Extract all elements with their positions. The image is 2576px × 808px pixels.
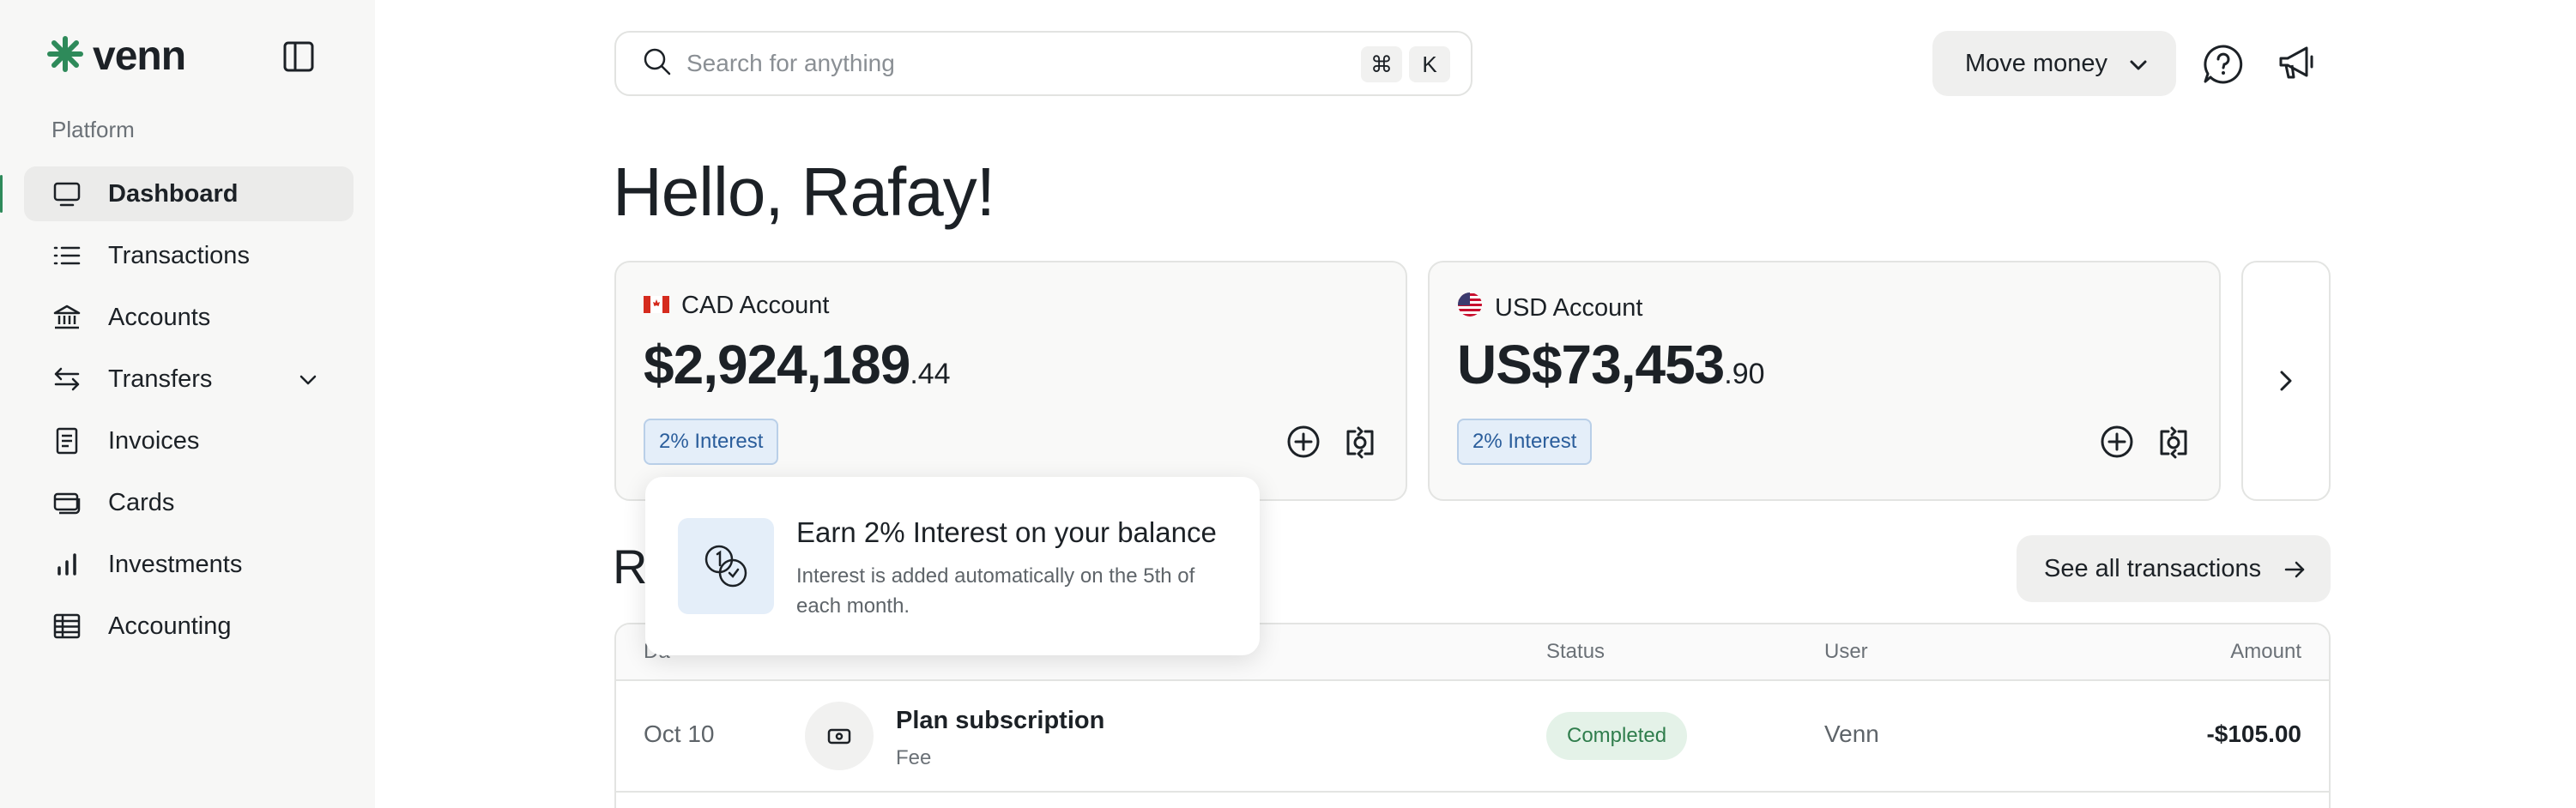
sidebar-item-accounts[interactable]: Accounts bbox=[24, 290, 354, 345]
add-funds-button[interactable] bbox=[2099, 424, 2135, 460]
column-amount[interactable]: Amount bbox=[2230, 640, 2301, 664]
tx-amount: -$105.00 bbox=[2206, 721, 2301, 747]
table-row[interactable]: Oct 10 Plan subscription Fee Completed V… bbox=[616, 681, 2329, 793]
arrow-right-icon bbox=[2283, 558, 2307, 588]
plus-circle-icon bbox=[2101, 425, 2133, 458]
popover-body: Interest is added automatically on the 5… bbox=[796, 564, 1195, 618]
sidebar-section-label: Platform bbox=[51, 117, 135, 142]
balance-cents: .90 bbox=[1724, 358, 1765, 390]
sidebar-item-label: Cards bbox=[108, 488, 175, 516]
sidebar: venn Platform Dashboard Transactions Acc… bbox=[0, 0, 375, 808]
see-all-label: See all transactions bbox=[2044, 554, 2262, 582]
command-key: ⌘ bbox=[1361, 46, 1402, 82]
interest-badge[interactable]: 2% Interest bbox=[1457, 419, 1593, 465]
account-card-cad[interactable]: CAD Account $2,924,189.44 2% Interest bbox=[614, 261, 1407, 501]
tx-date: Oct 10 bbox=[644, 721, 715, 747]
sidebar-item-label: Investments bbox=[108, 550, 243, 578]
column-user[interactable]: User bbox=[1824, 640, 1868, 664]
move-money-button[interactable]: Move money bbox=[1932, 31, 2176, 96]
sidebar-toggle-icon bbox=[283, 41, 314, 72]
status-badge: Completed bbox=[1546, 712, 1688, 760]
account-name: CAD Account bbox=[681, 292, 830, 319]
sidebar-item-label: Accounts bbox=[108, 303, 211, 331]
us-flag-icon bbox=[1457, 292, 1483, 324]
account-card-actions bbox=[1285, 424, 1378, 460]
add-funds-button[interactable] bbox=[1285, 424, 1321, 460]
sidebar-nav: Dashboard Transactions Accounts Transfer… bbox=[0, 166, 354, 660]
sidebar-item-label: Accounting bbox=[108, 612, 232, 640]
bank-icon bbox=[51, 302, 82, 333]
help-button[interactable] bbox=[2202, 43, 2245, 90]
megaphone-icon bbox=[2279, 46, 2313, 79]
collapse-sidebar-button[interactable] bbox=[280, 38, 317, 75]
account-card-header: CAD Account bbox=[644, 292, 829, 320]
bar-chart-icon bbox=[51, 549, 82, 580]
interest-popover: Earn 2% Interest on your balance Interes… bbox=[645, 477, 1260, 655]
account-name: USD Account bbox=[1495, 293, 1643, 322]
search-icon bbox=[642, 46, 673, 81]
account-card-actions bbox=[2099, 424, 2192, 460]
interest-badge[interactable]: 2% Interest bbox=[644, 419, 779, 465]
sidebar-item-label: Invoices bbox=[108, 426, 200, 455]
column-status[interactable]: Status bbox=[1546, 640, 1605, 664]
help-icon bbox=[2204, 45, 2243, 84]
chevron-right-icon bbox=[2280, 371, 2292, 391]
plus-circle-icon bbox=[1287, 425, 1320, 458]
sidebar-item-label: Transactions bbox=[108, 241, 250, 269]
logo-asterisk-icon bbox=[46, 35, 84, 77]
popover-title: Earn 2% Interest on your balance bbox=[796, 516, 1217, 548]
exchange-button[interactable] bbox=[2156, 424, 2192, 460]
see-all-transactions-button[interactable]: See all transactions bbox=[2017, 535, 2331, 602]
sidebar-item-cards[interactable]: Cards bbox=[24, 475, 354, 530]
arrows-swap-icon bbox=[51, 364, 82, 395]
balance-main: $2,924,189 bbox=[644, 334, 910, 395]
tx-name: Plan subscription bbox=[896, 707, 1105, 734]
sidebar-item-transactions[interactable]: Transactions bbox=[24, 228, 354, 283]
sidebar-item-label: Transfers bbox=[108, 365, 213, 393]
tx-user: Venn bbox=[1824, 721, 1879, 747]
next-account-button[interactable] bbox=[2241, 261, 2331, 501]
sidebar-item-invoices[interactable]: Invoices bbox=[24, 413, 354, 468]
account-balance: US$73,453.90 bbox=[1457, 333, 1765, 396]
sidebar-item-investments[interactable]: Investments bbox=[24, 537, 354, 592]
currency-exchange-icon bbox=[1346, 426, 1374, 459]
k-key: K bbox=[1409, 46, 1450, 82]
coins-icon bbox=[678, 518, 774, 614]
account-card-usd[interactable]: USD Account US$73,453.90 2% Interest bbox=[1428, 261, 2221, 501]
canada-flag-icon bbox=[644, 292, 669, 320]
search-placeholder: Search for anything bbox=[686, 50, 895, 76]
cards-icon bbox=[51, 487, 82, 518]
recent-transactions-title: R bbox=[613, 540, 648, 594]
logo[interactable]: venn bbox=[46, 33, 186, 80]
fee-icon bbox=[805, 702, 874, 770]
monitor-icon bbox=[51, 178, 82, 209]
account-card-header: USD Account bbox=[1457, 292, 1642, 324]
app-root: venn Platform Dashboard Transactions Acc… bbox=[0, 0, 2576, 808]
balance-cents: .44 bbox=[910, 358, 951, 390]
sidebar-item-dashboard[interactable]: Dashboard bbox=[0, 166, 354, 221]
keyboard-shortcut: ⌘ K bbox=[1361, 46, 1450, 82]
move-money-label: Move money bbox=[1965, 49, 2108, 77]
announcements-button[interactable] bbox=[2276, 43, 2317, 88]
table-icon bbox=[51, 611, 82, 642]
sidebar-item-transfers[interactable]: Transfers bbox=[24, 352, 354, 407]
currency-exchange-icon bbox=[2160, 426, 2187, 459]
account-balance: $2,924,189.44 bbox=[644, 333, 951, 396]
sidebar-item-label: Dashboard bbox=[108, 179, 239, 208]
list-icon bbox=[51, 240, 82, 271]
page-title: Hello, Rafay! bbox=[613, 154, 995, 230]
exchange-button[interactable] bbox=[1342, 424, 1378, 460]
tx-type: Fee bbox=[896, 746, 932, 769]
sidebar-item-accounting[interactable]: Accounting bbox=[24, 599, 354, 654]
logo-text: venn bbox=[93, 33, 186, 79]
search-input[interactable]: Search for anything ⌘ K bbox=[614, 31, 1472, 96]
chevron-down-icon bbox=[2126, 53, 2150, 84]
chevron-down-icon[interactable] bbox=[297, 369, 319, 395]
document-icon bbox=[51, 425, 82, 456]
balance-main: US$73,453 bbox=[1457, 334, 1725, 395]
